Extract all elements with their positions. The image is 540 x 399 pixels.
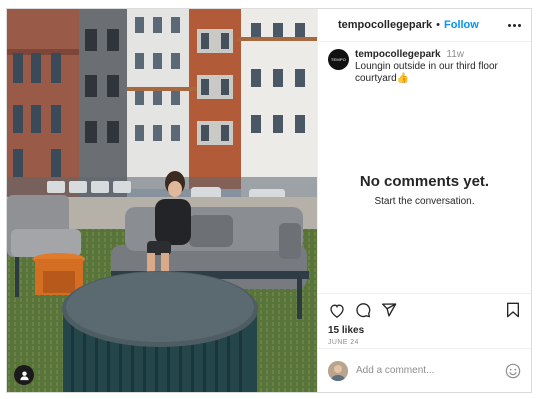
more-options-icon[interactable] [505,18,523,32]
follow-button[interactable]: Follow [444,19,479,31]
post-header: tempocollegepark • Follow [318,9,531,42]
comment-input[interactable] [356,365,505,376]
post-date[interactable]: JUNE 24 [328,339,521,346]
comments-empty-state: No comments yet. Start the conversation. [318,86,531,293]
comment-icon[interactable] [354,302,371,319]
header-separator: • [436,19,440,31]
avatar-logo-text: TEMPO [330,57,347,62]
empty-title: No comments yet. [359,172,490,190]
post-side-panel: tempocollegepark • Follow TEMPO tempocol… [317,9,531,392]
current-user-avatar [328,360,348,381]
share-icon[interactable] [380,302,397,319]
bookmark-icon[interactable] [504,302,521,319]
comment-bar [318,348,531,392]
emoji-icon[interactable] [505,363,521,379]
post-photo[interactable] [7,9,317,392]
user-tag-icon [19,370,29,380]
post-dialog: tempocollegepark • Follow TEMPO tempocol… [6,8,532,393]
caption-time[interactable]: 11w [446,49,464,60]
likes-count[interactable]: 15 likes [328,325,521,336]
caption-username[interactable]: tempocollegepark [355,49,441,60]
courtyard-photo [7,9,317,392]
heart-icon[interactable] [328,302,345,319]
header-username[interactable]: tempocollegepark [338,19,432,31]
caption-text: Loungin outside in our third floor court… [355,61,498,84]
post-actions: 15 likes JUNE 24 [318,293,531,348]
empty-subtitle: Start the conversation. [374,195,475,207]
avatar[interactable]: TEMPO [328,49,349,70]
user-tag-button[interactable] [14,365,34,385]
